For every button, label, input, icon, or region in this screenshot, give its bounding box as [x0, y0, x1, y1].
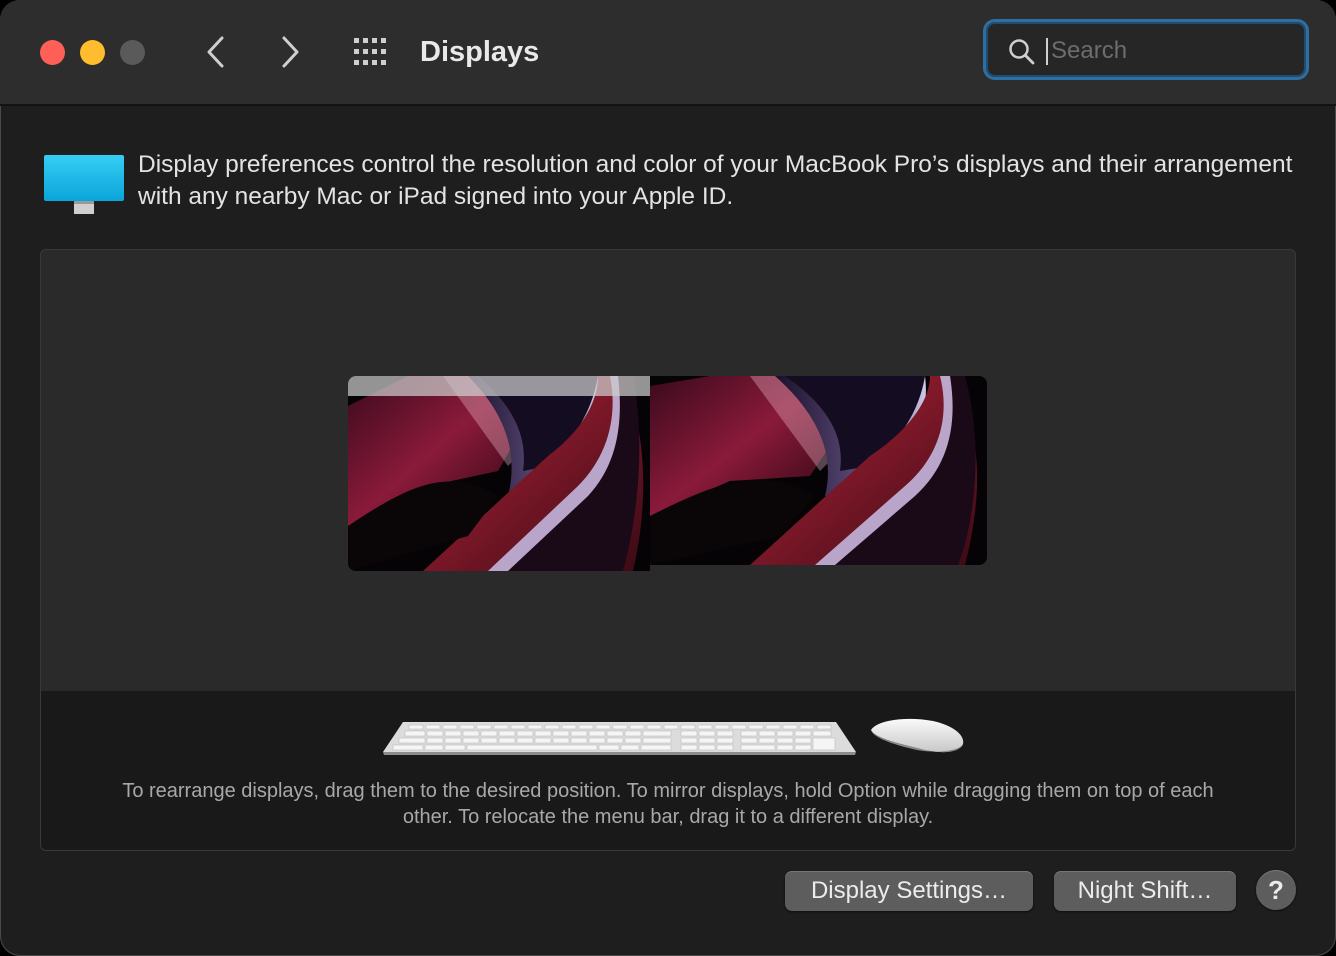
- window-title: Displays: [420, 36, 540, 68]
- display-1-thumbnail[interactable]: [348, 376, 650, 571]
- back-button[interactable]: [196, 32, 236, 72]
- menu-bar-indicator[interactable]: [348, 376, 650, 396]
- chevron-right-icon: [282, 36, 299, 68]
- displays-window: Displays Display preferences control the…: [0, 0, 1336, 956]
- minimize-button[interactable]: [80, 40, 105, 65]
- search-input[interactable]: [1049, 32, 1293, 70]
- chevron-left-icon: [207, 36, 224, 68]
- forward-button[interactable]: [270, 32, 310, 72]
- search-icon: [1009, 39, 1035, 65]
- arrangement-hint: To rearrange displays, drag them to the …: [122, 780, 1214, 828]
- wallpaper-image: [650, 376, 987, 565]
- mouse-icon: [871, 718, 964, 753]
- close-button[interactable]: [40, 40, 65, 65]
- text-caret: [1046, 38, 1048, 65]
- search-field[interactable]: [983, 19, 1309, 80]
- zoom-button: [120, 40, 145, 65]
- title-bar: Displays: [0, 0, 1336, 106]
- display-settings-button[interactable]: Display Settings…: [785, 871, 1033, 911]
- arrangement-panel: To rearrange displays, drag them to the …: [40, 249, 1296, 851]
- night-shift-button[interactable]: Night Shift…: [1054, 871, 1236, 911]
- show-all-button[interactable]: [352, 34, 392, 70]
- intro-description: Display preferences control the resoluti…: [138, 151, 1293, 210]
- keyboard-icon: [383, 722, 856, 755]
- grid-icon: [354, 38, 386, 65]
- display-icon: [44, 155, 124, 214]
- display-2-thumbnail[interactable]: [650, 376, 987, 565]
- wallpaper-image: [348, 376, 650, 571]
- help-button[interactable]: ?: [1256, 870, 1296, 910]
- display-arrangement-area: [41, 250, 1295, 691]
